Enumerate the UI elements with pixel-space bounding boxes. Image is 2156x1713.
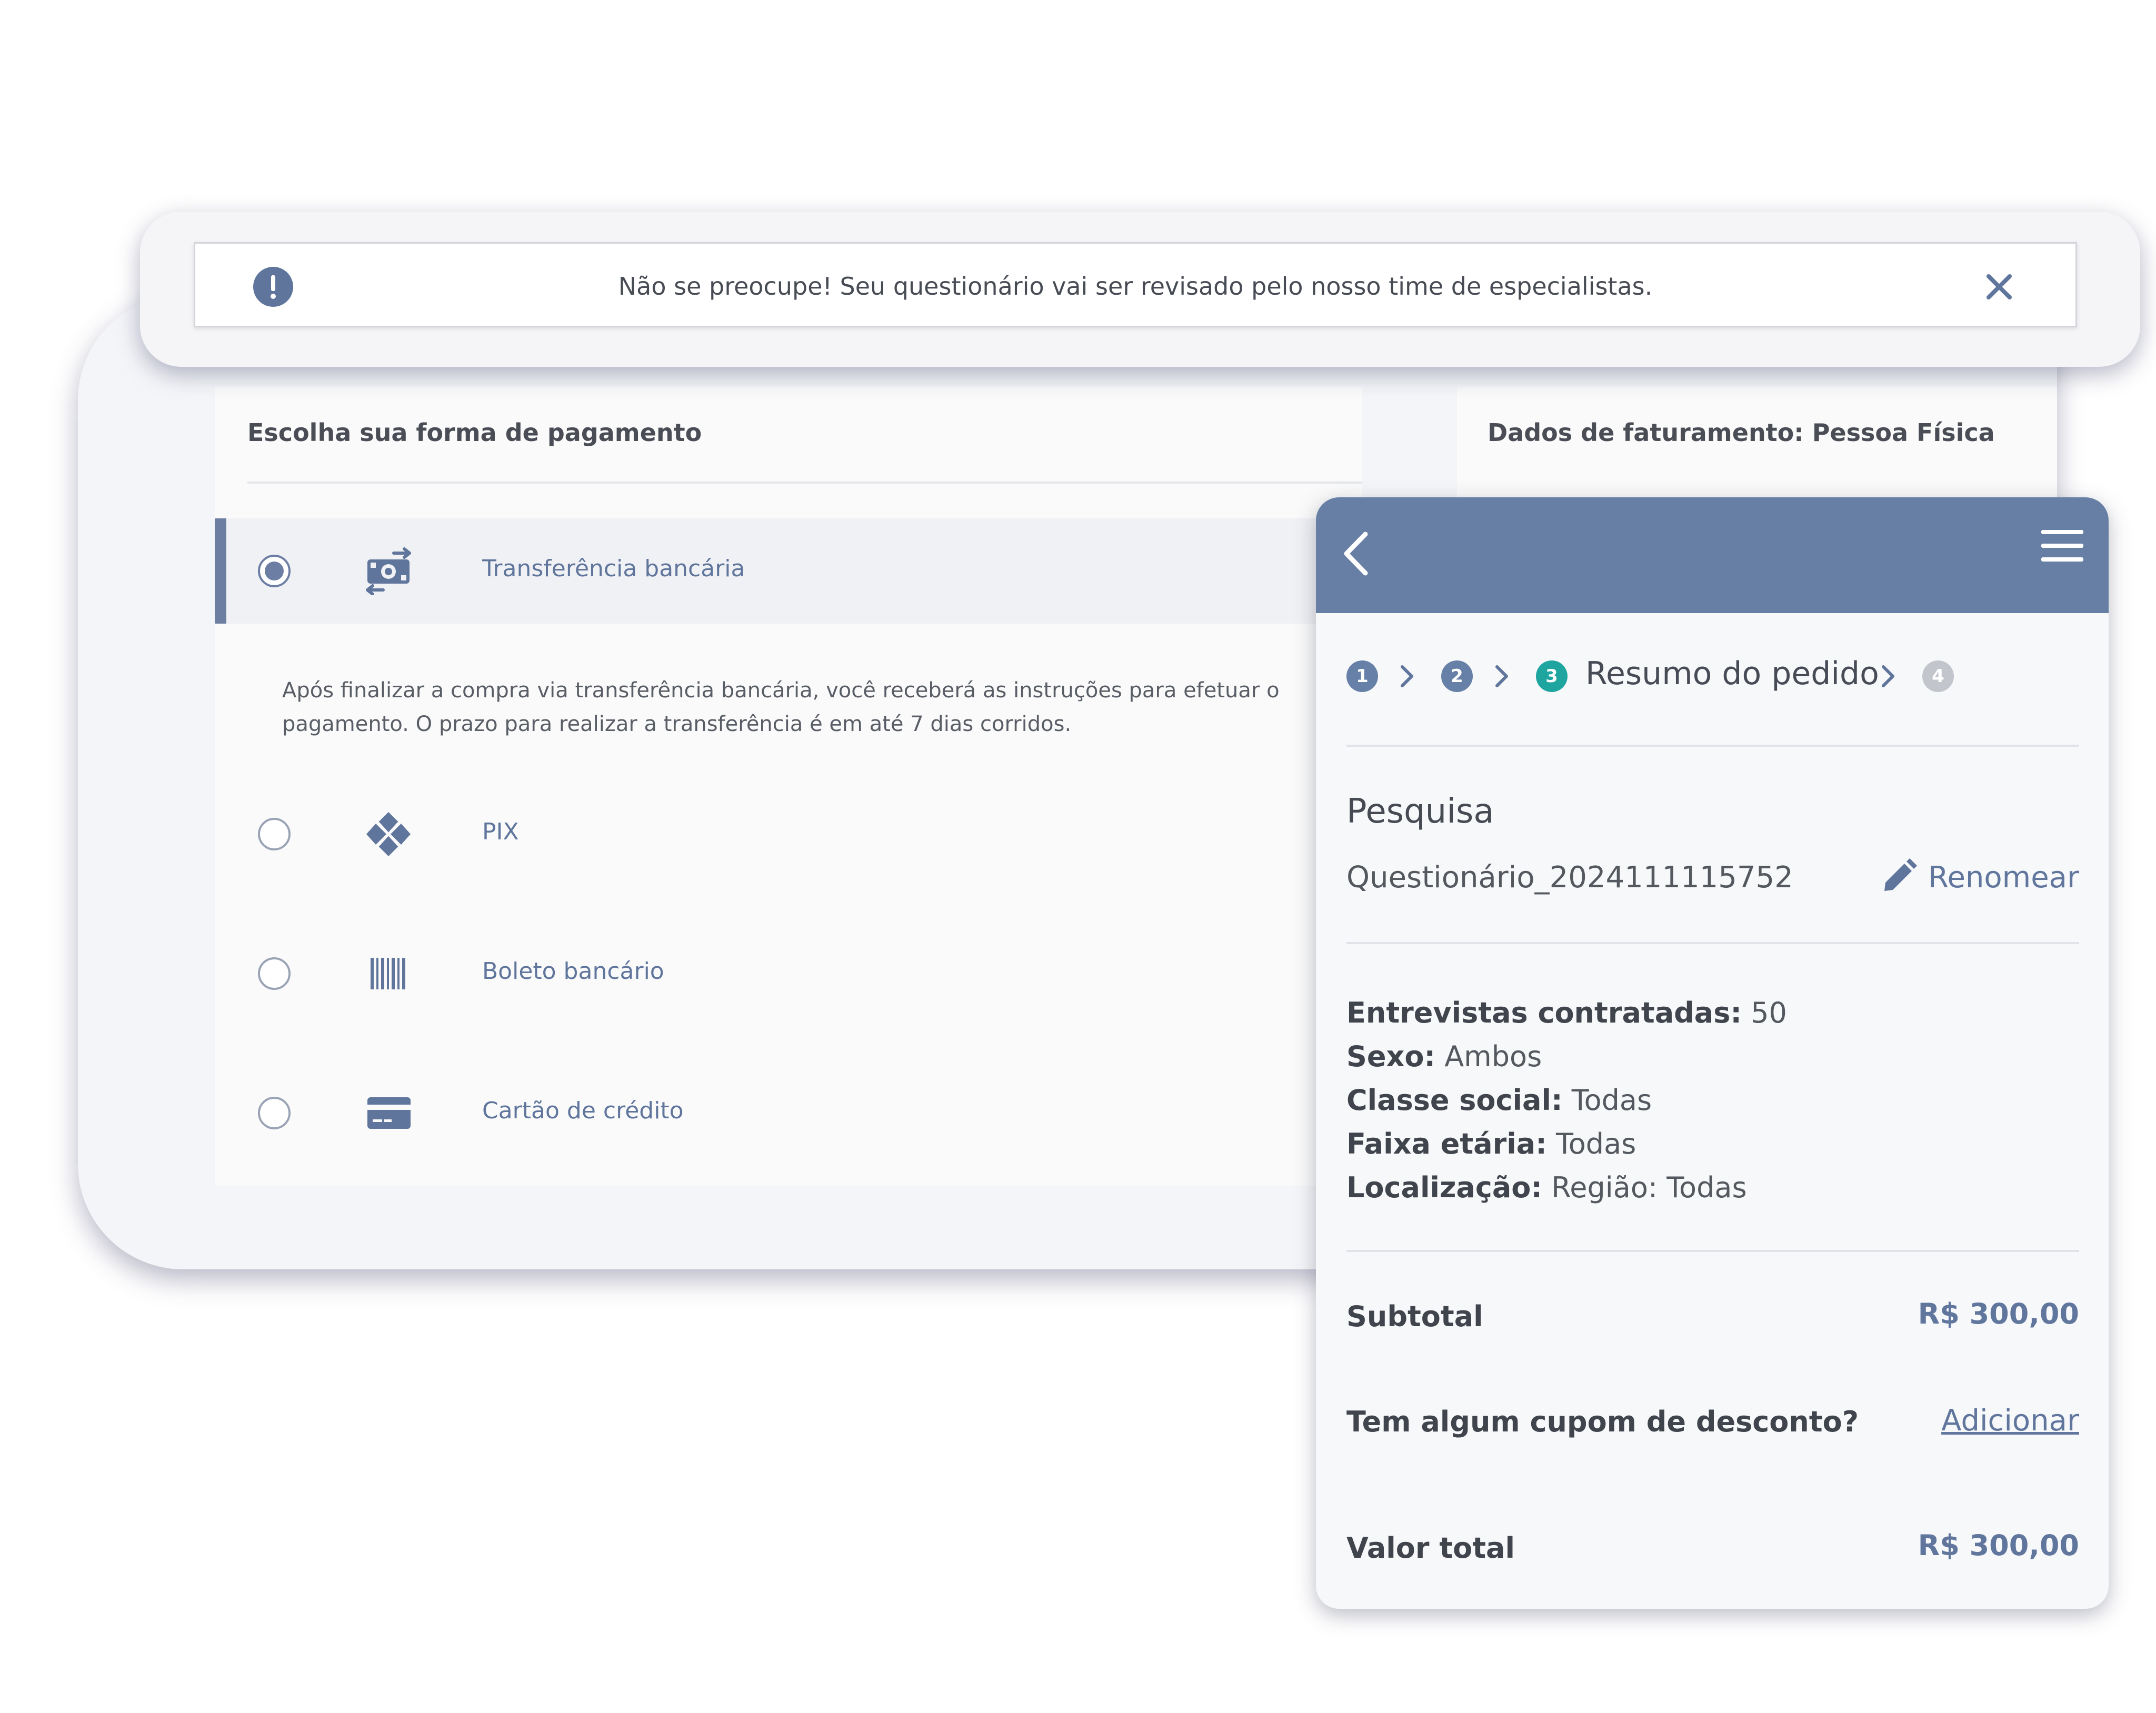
- billing-panel: Dados de faturamento: Pessoa Física: [1457, 387, 2057, 513]
- detail-social-class: Classe social: Todas: [1346, 1084, 1652, 1117]
- rename-button[interactable]: Renomear: [1928, 860, 2079, 895]
- barcode-icon: [371, 958, 405, 989]
- selected-indicator: [215, 518, 226, 624]
- radio-boleto[interactable]: [258, 957, 291, 990]
- payment-option-transfer[interactable]: Transferência bancária: [215, 518, 1362, 624]
- divider: [1346, 745, 2079, 747]
- current-step-label: Resumo do pedido: [1585, 655, 1879, 692]
- total-value: R$ 300,00: [1918, 1529, 2079, 1562]
- step-3[interactable]: 3: [1536, 660, 1568, 692]
- step-1[interactable]: 1: [1346, 660, 1378, 692]
- credit-card-icon: [367, 1097, 411, 1129]
- divider: [247, 482, 1362, 484]
- subtotal-label: Subtotal: [1346, 1300, 1483, 1333]
- add-coupon-link[interactable]: Adicionar: [1941, 1404, 2079, 1438]
- pencil-icon[interactable]: [1880, 858, 1917, 895]
- chevron-right-icon: [1495, 665, 1508, 687]
- subtotal-value: R$ 300,00: [1918, 1297, 2079, 1330]
- payment-label: PIX: [482, 818, 519, 845]
- chevron-left-icon[interactable]: [1336, 525, 1378, 583]
- radio-credit-card[interactable]: [258, 1097, 291, 1129]
- money-transfer-icon: [366, 547, 411, 595]
- radio-transfer[interactable]: [258, 555, 291, 587]
- detail-age-range: Faixa etária: Todas: [1346, 1127, 1636, 1160]
- payment-label: Transferência bancária: [482, 555, 745, 582]
- payment-method-panel: Escolha sua forma de pagamento Transferê…: [215, 387, 1362, 1186]
- step-4: 4: [1922, 660, 1954, 692]
- order-details: Entrevistas contratadas: 50 Sexo: Ambos …: [1346, 991, 1787, 1209]
- chevron-right-icon: [1882, 665, 1894, 687]
- step-2[interactable]: 2: [1441, 660, 1473, 692]
- alert-message: Não se preocupe! Seu questionário vai se…: [618, 272, 1653, 300]
- detail-location: Localização: Região: Todas: [1346, 1171, 1747, 1204]
- payment-option-credit-card[interactable]: Cartão de crédito: [215, 1060, 1362, 1166]
- detail-interviews: Entrevistas contratadas: 50: [1346, 996, 1787, 1029]
- billing-title: Dados de faturamento: Pessoa Física: [1488, 418, 1995, 447]
- payment-label: Boleto bancário: [482, 958, 664, 985]
- summary-header: [1316, 497, 2109, 613]
- payment-option-pix[interactable]: PIX: [215, 782, 1362, 887]
- chevron-right-icon: [1401, 665, 1413, 687]
- close-icon[interactable]: [1982, 270, 2016, 304]
- payment-title: Escolha sua forma de pagamento: [247, 418, 702, 447]
- hamburger-menu-icon[interactable]: [2037, 522, 2088, 572]
- order-summary-panel: 1 2 3 Resumo do pedido 4 Pesquisa Questi…: [1316, 497, 2109, 1609]
- alert-banner: Não se preocupe! Seu questionário vai se…: [194, 242, 2077, 327]
- detail-sex: Sexo: Ambos: [1346, 1040, 1542, 1073]
- radio-pix[interactable]: [258, 818, 291, 850]
- payment-label: Cartão de crédito: [482, 1097, 684, 1124]
- payment-option-boleto[interactable]: Boleto bancário: [215, 921, 1362, 1026]
- questionnaire-name: Questionário_2024111115752: [1346, 860, 1793, 895]
- coupon-label: Tem algum cupom de desconto?: [1346, 1405, 1859, 1438]
- divider: [1346, 942, 2079, 944]
- transfer-description: Após finalizar a compra via transferênci…: [282, 678, 1280, 736]
- divider: [1346, 1250, 2079, 1252]
- pix-icon: [366, 812, 411, 856]
- section-title: Pesquisa: [1346, 792, 1494, 831]
- total-label: Valor total: [1346, 1531, 1515, 1565]
